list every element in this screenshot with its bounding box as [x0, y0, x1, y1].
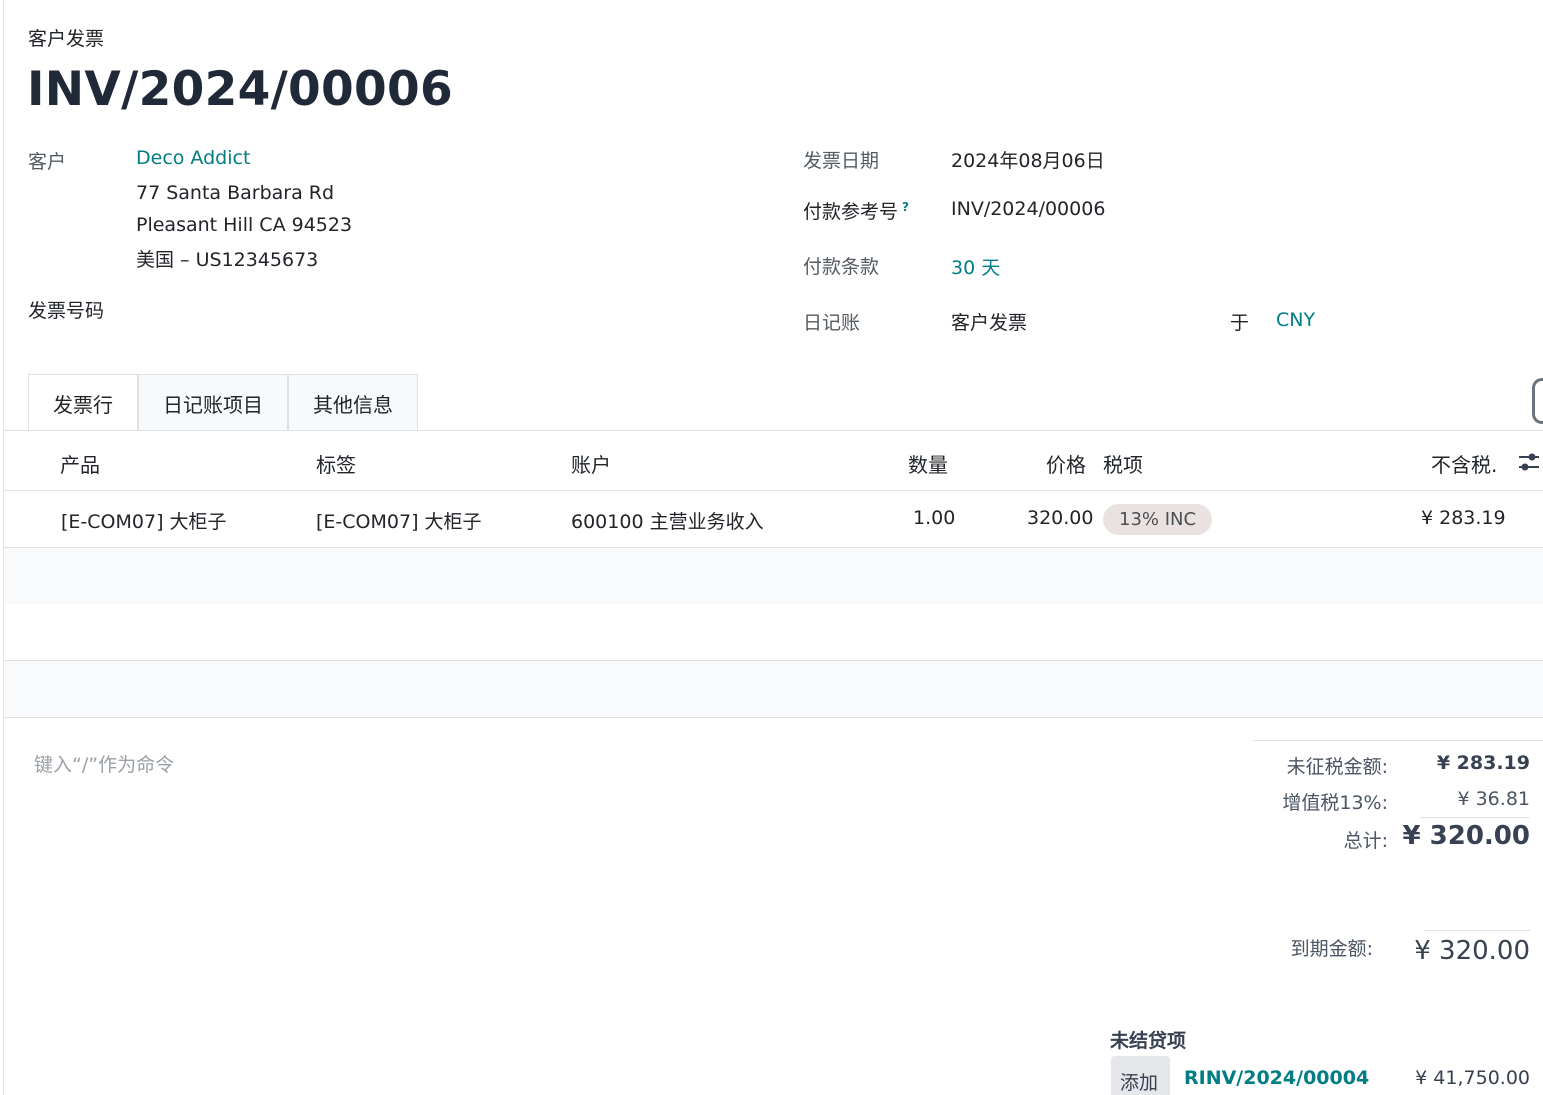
- empty-row: [4, 548, 1543, 605]
- invoice-date-field[interactable]: 2024年08月06日: [951, 146, 1105, 173]
- tabs-divider: [4, 430, 1543, 431]
- column-header-account[interactable]: 账户: [571, 449, 611, 478]
- untaxed-amount-label: 未征税金额:: [1286, 756, 1388, 778]
- add-credit-button[interactable]: 添加: [1111, 1056, 1170, 1095]
- currency-field[interactable]: CNY: [1276, 309, 1315, 331]
- vat-value: ¥ 36.81: [1457, 788, 1530, 810]
- row-tax-badge[interactable]: 13% INC: [1103, 504, 1213, 535]
- credit-note-link[interactable]: RINV/2024/00004: [1184, 1067, 1369, 1089]
- column-header-taxes[interactable]: 税项: [1103, 449, 1143, 478]
- total-value: ¥ 320.00: [1402, 821, 1530, 851]
- address-line-2: Pleasant Hill CA 94523: [136, 214, 353, 236]
- total-label: 总计:: [1343, 830, 1388, 852]
- column-header-quantity[interactable]: 数量: [908, 449, 948, 478]
- row-product[interactable]: [E-COM07] 大柜子: [61, 507, 227, 534]
- untaxed-amount-value: ¥ 283.19: [1436, 752, 1530, 774]
- notebook-tabs: 发票行 日记账项目 其他信息: [28, 374, 418, 432]
- row-quantity[interactable]: 1.00: [913, 507, 955, 529]
- invoice-title: INV/2024/00006: [27, 62, 454, 117]
- row-subtotal: ¥ 283.19: [1421, 507, 1506, 529]
- tab-invoice-lines[interactable]: 发票行: [28, 374, 138, 432]
- amount-due-label: 到期金额:: [1290, 938, 1373, 960]
- customer-label: 客户: [28, 151, 67, 173]
- customer-name-link[interactable]: Deco Addict: [136, 147, 250, 169]
- column-header-price[interactable]: 价格: [1046, 449, 1086, 478]
- empty-row: [4, 604, 1543, 661]
- outstanding-credits-title: 未结贷项: [1110, 1030, 1187, 1052]
- command-hint-input[interactable]: 键入“/”作为命令: [34, 750, 174, 777]
- payment-ref-field[interactable]: INV/2024/00006: [951, 198, 1105, 220]
- currency-prefix: 于: [1230, 312, 1250, 334]
- vat-label: 增值税13%:: [1282, 792, 1388, 814]
- amount-due-value: ¥ 320.00: [1414, 936, 1530, 966]
- payment-terms-label: 付款条款: [803, 256, 880, 278]
- empty-row: [4, 661, 1543, 718]
- payment-ref-label-text: 付款参考号: [803, 201, 899, 223]
- side-panel-toggle-icon[interactable]: [1532, 378, 1543, 424]
- journal-label: 日记账: [803, 312, 861, 334]
- column-header-subtotal[interactable]: 不含税.: [1431, 449, 1497, 478]
- total-divider: [1420, 817, 1530, 818]
- optional-columns-icon[interactable]: [1517, 451, 1541, 473]
- journal-field[interactable]: 客户发票: [951, 308, 1027, 335]
- tab-other-info[interactable]: 其他信息: [288, 374, 418, 431]
- document-type: 客户发票: [28, 28, 105, 50]
- credit-note-amount: ¥ 41,750.00: [1415, 1067, 1530, 1089]
- table-row[interactable]: [E-COM07] 大柜子 [E-COM07] 大柜子 600100 主营业务收…: [4, 491, 1543, 548]
- totals-divider: [1253, 740, 1543, 741]
- invoice-date-label: 发票日期: [803, 150, 880, 172]
- payment-ref-label: 付款参考号?: [803, 197, 909, 224]
- address-line-3: 美国 – US12345673: [136, 249, 319, 271]
- address-line-1: 77 Santa Barbara Rd: [136, 182, 335, 204]
- payment-terms-field[interactable]: 30 天: [951, 253, 1000, 280]
- due-divider: [1424, 930, 1530, 931]
- column-header-label[interactable]: 标签: [316, 449, 356, 478]
- tab-journal-items[interactable]: 日记账项目: [138, 374, 288, 431]
- help-icon[interactable]: ?: [902, 200, 909, 214]
- column-header-product[interactable]: 产品: [60, 449, 100, 478]
- row-label[interactable]: [E-COM07] 大柜子: [316, 507, 482, 534]
- invoice-number-label: 发票号码: [28, 300, 105, 322]
- row-price[interactable]: 320.00: [1027, 507, 1093, 529]
- row-account[interactable]: 600100 主营业务收入: [571, 507, 764, 534]
